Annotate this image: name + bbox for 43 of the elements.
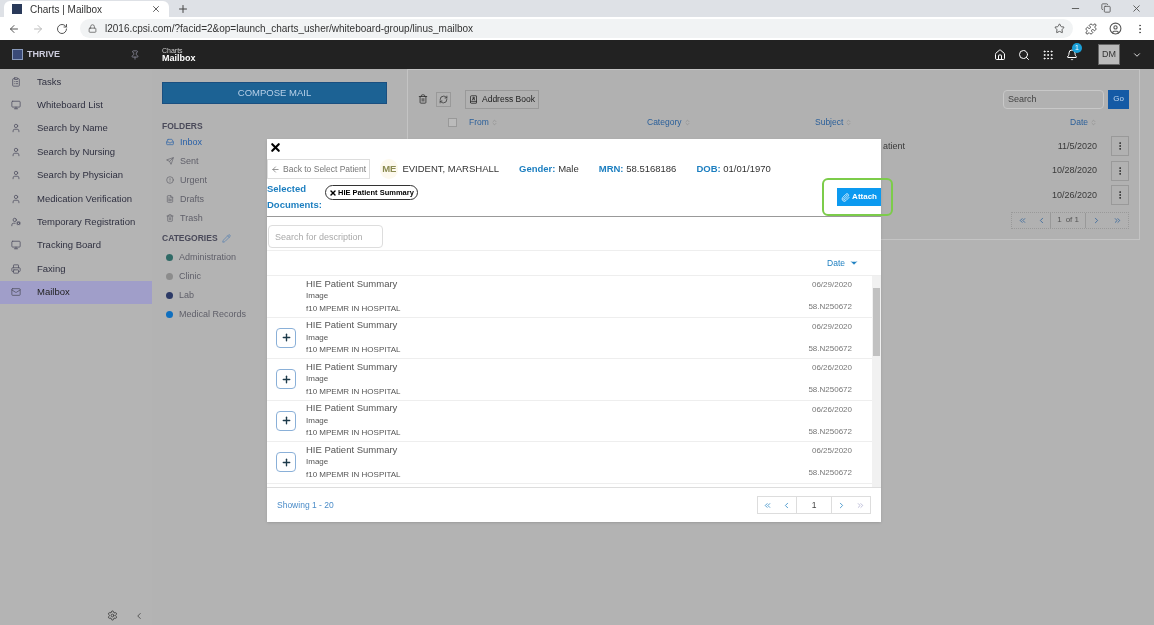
document-type: Image xyxy=(306,456,330,468)
document-type: Image xyxy=(306,373,330,385)
document-source: f10 MPEMR IN HOSPITAL xyxy=(306,344,401,356)
account-number: 58.N250672 xyxy=(808,425,852,438)
document-source: f10 MPEMR IN HOSPITAL xyxy=(306,468,401,481)
document-title: HIE Patient Summary xyxy=(306,319,399,332)
selected-documents-label: Selected Documents: xyxy=(267,182,322,212)
document-date: 06/26/2020 xyxy=(811,403,852,416)
document-date: 06/26/2020 xyxy=(811,362,852,375)
account-number: 58.N250672 xyxy=(808,384,852,397)
patient-initials-avatar: ME xyxy=(380,158,399,180)
mrn-field: MRN: 58.5168186 xyxy=(598,161,677,177)
date-cell-text: 10/28/2020 xyxy=(1051,164,1097,177)
folders-heading: FOLDERS xyxy=(162,120,204,133)
document-title: HIE Patient Summary xyxy=(306,277,399,290)
document-source: f10 MPEMR IN HOSPITAL xyxy=(306,385,401,398)
document-date: 06/29/2020 xyxy=(811,320,852,333)
document-source: f10 MPEMR IN HOSPITAL xyxy=(306,302,401,315)
app-title: Mailbox xyxy=(162,53,196,63)
subject-cell: atient xyxy=(883,139,906,153)
dob-field: DOB: 01/01/1970 xyxy=(696,161,771,177)
date-cell: 11/5/2020 xyxy=(1057,139,1097,153)
document-title: HIE Patient Summary xyxy=(306,402,399,415)
showing-count: Showing 1 - 20 xyxy=(277,498,334,512)
page-indicator: 1 of 1 xyxy=(1050,212,1086,228)
document-type: Image xyxy=(306,290,330,302)
categories-heading: CATEGORIES xyxy=(162,232,218,246)
patient-name: EVIDENT, MARSHALL xyxy=(402,161,500,176)
account-number: 58.N250672 xyxy=(808,342,852,355)
document-source: f10 MPEMR IN HOSPITAL xyxy=(306,427,401,439)
url-text: l2016.cpsi.com/?facid=2&op=launch_charts_usher/whiteboard-group/linus_mailbox xyxy=(105,22,474,36)
account-number: 58.N250672 xyxy=(808,301,852,314)
document-title: HIE Patient Summary xyxy=(306,360,399,373)
tab-title: Charts | Mailbox xyxy=(30,2,104,17)
date-cell: 10/26/2020 xyxy=(1051,188,1097,202)
document-date: 06/25/2020 xyxy=(811,445,852,458)
document-date: 06/29/2020 xyxy=(811,279,852,292)
gender-field: Gender: Male xyxy=(519,161,579,177)
document-type: Image xyxy=(306,414,330,427)
brand-name: THRIVE xyxy=(27,47,60,61)
document-title: HIE Patient Summary xyxy=(306,443,399,456)
document-type: Image xyxy=(306,331,330,344)
account-number: 58.N250672 xyxy=(808,467,852,480)
